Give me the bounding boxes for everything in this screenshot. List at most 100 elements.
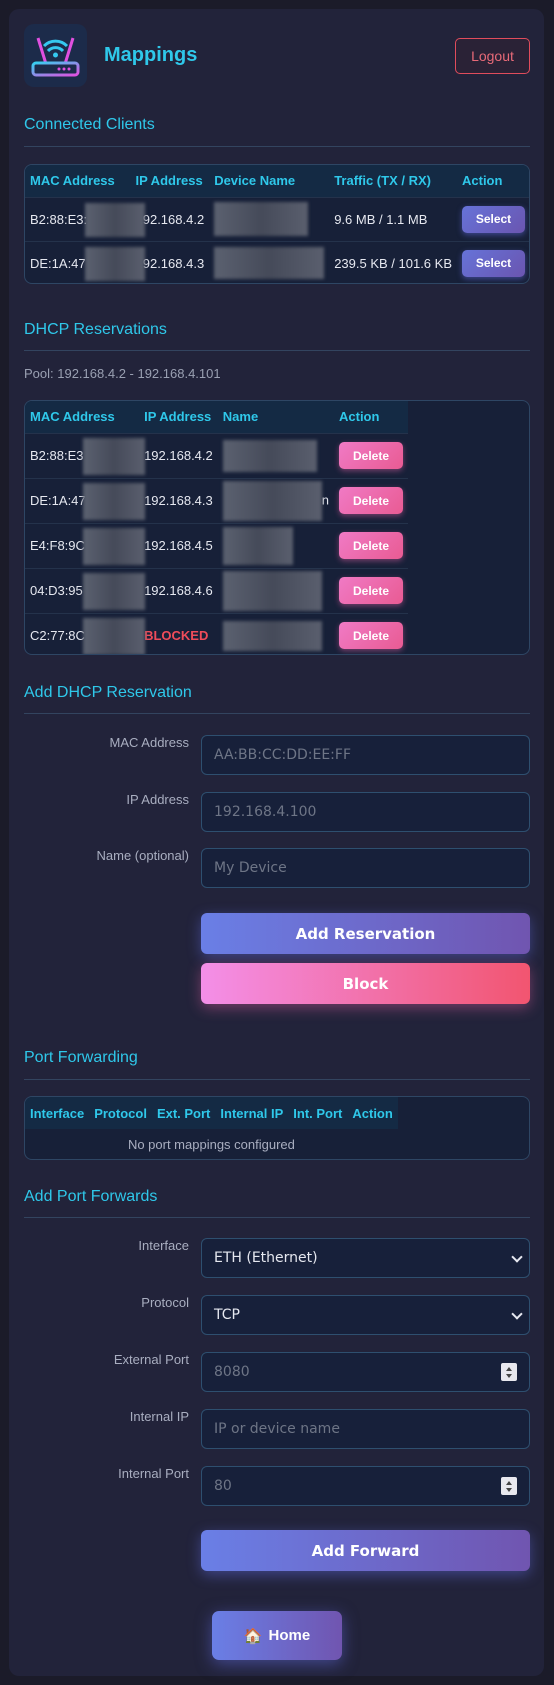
mac-text: E4:F8:9C: [30, 538, 85, 553]
reservations-section-title: DHCP Reservations: [24, 321, 167, 338]
column-header: Action: [457, 165, 529, 197]
internal-port-label: Internal Port: [118, 1466, 189, 1481]
table-header-row: MAC Address IP Address Device Name Traff…: [25, 165, 529, 197]
column-header: Action: [334, 401, 408, 433]
column-header: IP Address: [130, 165, 210, 197]
chevron-down-icon: [511, 1251, 523, 1263]
mac-cell: C2:77:8C: [25, 612, 145, 654]
ip-cell-blocked: BLOCKED: [139, 612, 218, 654]
redacted-block: [222, 570, 322, 611]
ip-cell: 192.168.4.3: [139, 477, 218, 523]
redacted-block: [85, 202, 145, 237]
name-cell: [217, 432, 334, 478]
divider: [24, 146, 530, 147]
column-header: Traffic (TX / RX): [329, 165, 457, 197]
mac-address-input[interactable]: [201, 735, 530, 775]
logout-button[interactable]: Logout: [455, 38, 530, 74]
delete-button[interactable]: Delete: [339, 442, 403, 469]
column-header: Interface: [25, 1097, 90, 1129]
add-reservation-button[interactable]: Add Reservation: [201, 913, 530, 954]
action-cell: Delete: [334, 522, 408, 568]
clients-section-title: Connected Clients: [24, 116, 155, 133]
action-cell: Delete: [334, 567, 408, 613]
action-cell: Delete: [334, 477, 408, 523]
empty-row: No port mappings configured: [25, 1129, 398, 1159]
external-port-input[interactable]: [201, 1352, 530, 1392]
column-header: IP Address: [139, 401, 218, 433]
device-name-input[interactable]: [201, 848, 530, 888]
interface-value: ETH (Ethernet): [214, 1250, 318, 1266]
name-cell: n: [217, 477, 334, 523]
column-header: Ext. Port: [151, 1097, 216, 1129]
redacted-block: [222, 526, 293, 565]
redacted-block: [83, 482, 145, 520]
delete-button[interactable]: Delete: [339, 487, 403, 514]
redacted-block: [83, 437, 145, 475]
ip-cell: 192.168.4.2: [139, 432, 218, 478]
redacted-block: [222, 620, 322, 651]
number-stepper-icon[interactable]: [501, 1477, 517, 1495]
mac-cell: B2:88:E3: [25, 432, 145, 478]
mac-cell: 04:D3:95: [25, 567, 145, 613]
select-button[interactable]: Select: [462, 249, 525, 277]
clients-table: MAC Address IP Address Device Name Traff…: [24, 164, 530, 284]
home-label: Home: [268, 1627, 311, 1644]
name-cell: [217, 522, 334, 568]
delete-button[interactable]: Delete: [339, 577, 403, 604]
table-row: B2:88:E3: 192.168.4.2 9.6 MB / 1.1 MB Se…: [25, 196, 529, 241]
column-header: Protocol: [89, 1097, 152, 1129]
redacted-block: [85, 246, 145, 281]
mac-text: B2:88:E3: [30, 448, 84, 463]
column-header: Internal IP: [215, 1097, 289, 1129]
mac-cell: E4:F8:9C: [25, 522, 145, 568]
internal-ip-input[interactable]: [201, 1409, 530, 1449]
mac-text: DE:1A:47: [30, 493, 86, 508]
table-row: C2:77:8C BLOCKED Delete: [25, 612, 408, 654]
name-cell: [209, 240, 330, 283]
protocol-select[interactable]: TCP: [201, 1295, 530, 1335]
redacted-block: [222, 439, 317, 472]
column-header: Name: [217, 401, 334, 433]
name-cell: [209, 196, 330, 241]
column-header: Action: [347, 1097, 398, 1129]
traffic-cell: 9.6 MB / 1.1 MB: [329, 196, 457, 241]
home-button[interactable]: 🏠 Home: [212, 1611, 342, 1660]
number-stepper-icon[interactable]: [501, 1363, 517, 1381]
redacted-block: [83, 572, 145, 610]
select-button[interactable]: Select: [462, 205, 525, 233]
mac-address-label: MAC Address: [109, 735, 189, 750]
device-name-label: Name (optional): [96, 848, 190, 863]
redacted-block: [222, 480, 322, 521]
ip-cell: 192.168.4.5: [139, 522, 218, 568]
delete-button[interactable]: Delete: [339, 622, 403, 650]
divider: [24, 713, 530, 714]
chevron-down-icon: [511, 1308, 523, 1320]
action-cell: Delete: [334, 432, 408, 478]
add-reservation-section-title: Add DHCP Reservation: [24, 684, 192, 701]
redacted-block: [83, 617, 145, 654]
house-icon: 🏠: [243, 1627, 263, 1645]
block-button[interactable]: Block: [201, 963, 530, 1004]
divider: [24, 350, 530, 351]
external-port-label: External Port: [113, 1352, 189, 1367]
name-cell: [217, 567, 334, 613]
name-text: n: [321, 491, 329, 507]
internal-port-input[interactable]: [201, 1466, 530, 1506]
mac-text: DE:1A:47: [30, 255, 86, 271]
interface-select[interactable]: ETH (Ethernet): [201, 1238, 530, 1278]
ip-address-input[interactable]: [201, 792, 530, 832]
column-header: Device Name: [209, 165, 330, 197]
column-header: MAC Address: [25, 165, 131, 197]
redacted-block: [214, 202, 309, 236]
add-forward-button[interactable]: Add Forward: [201, 1530, 530, 1571]
delete-button[interactable]: Delete: [339, 532, 403, 559]
empty-message: No port mappings configured: [127, 1137, 295, 1152]
redacted-block: [214, 247, 325, 280]
name-cell: [217, 612, 334, 654]
divider: [24, 1079, 530, 1080]
page-title: Mappings: [104, 44, 198, 66]
table-row: DE:1A:47 192.168.4.3 239.5 KB / 101.6 KB…: [25, 240, 529, 283]
table-row: DE:1A:47 192.168.4.3 n Delete: [25, 477, 408, 523]
divider: [24, 1217, 530, 1218]
table-row: B2:88:E3 192.168.4.2 Delete: [25, 432, 408, 478]
